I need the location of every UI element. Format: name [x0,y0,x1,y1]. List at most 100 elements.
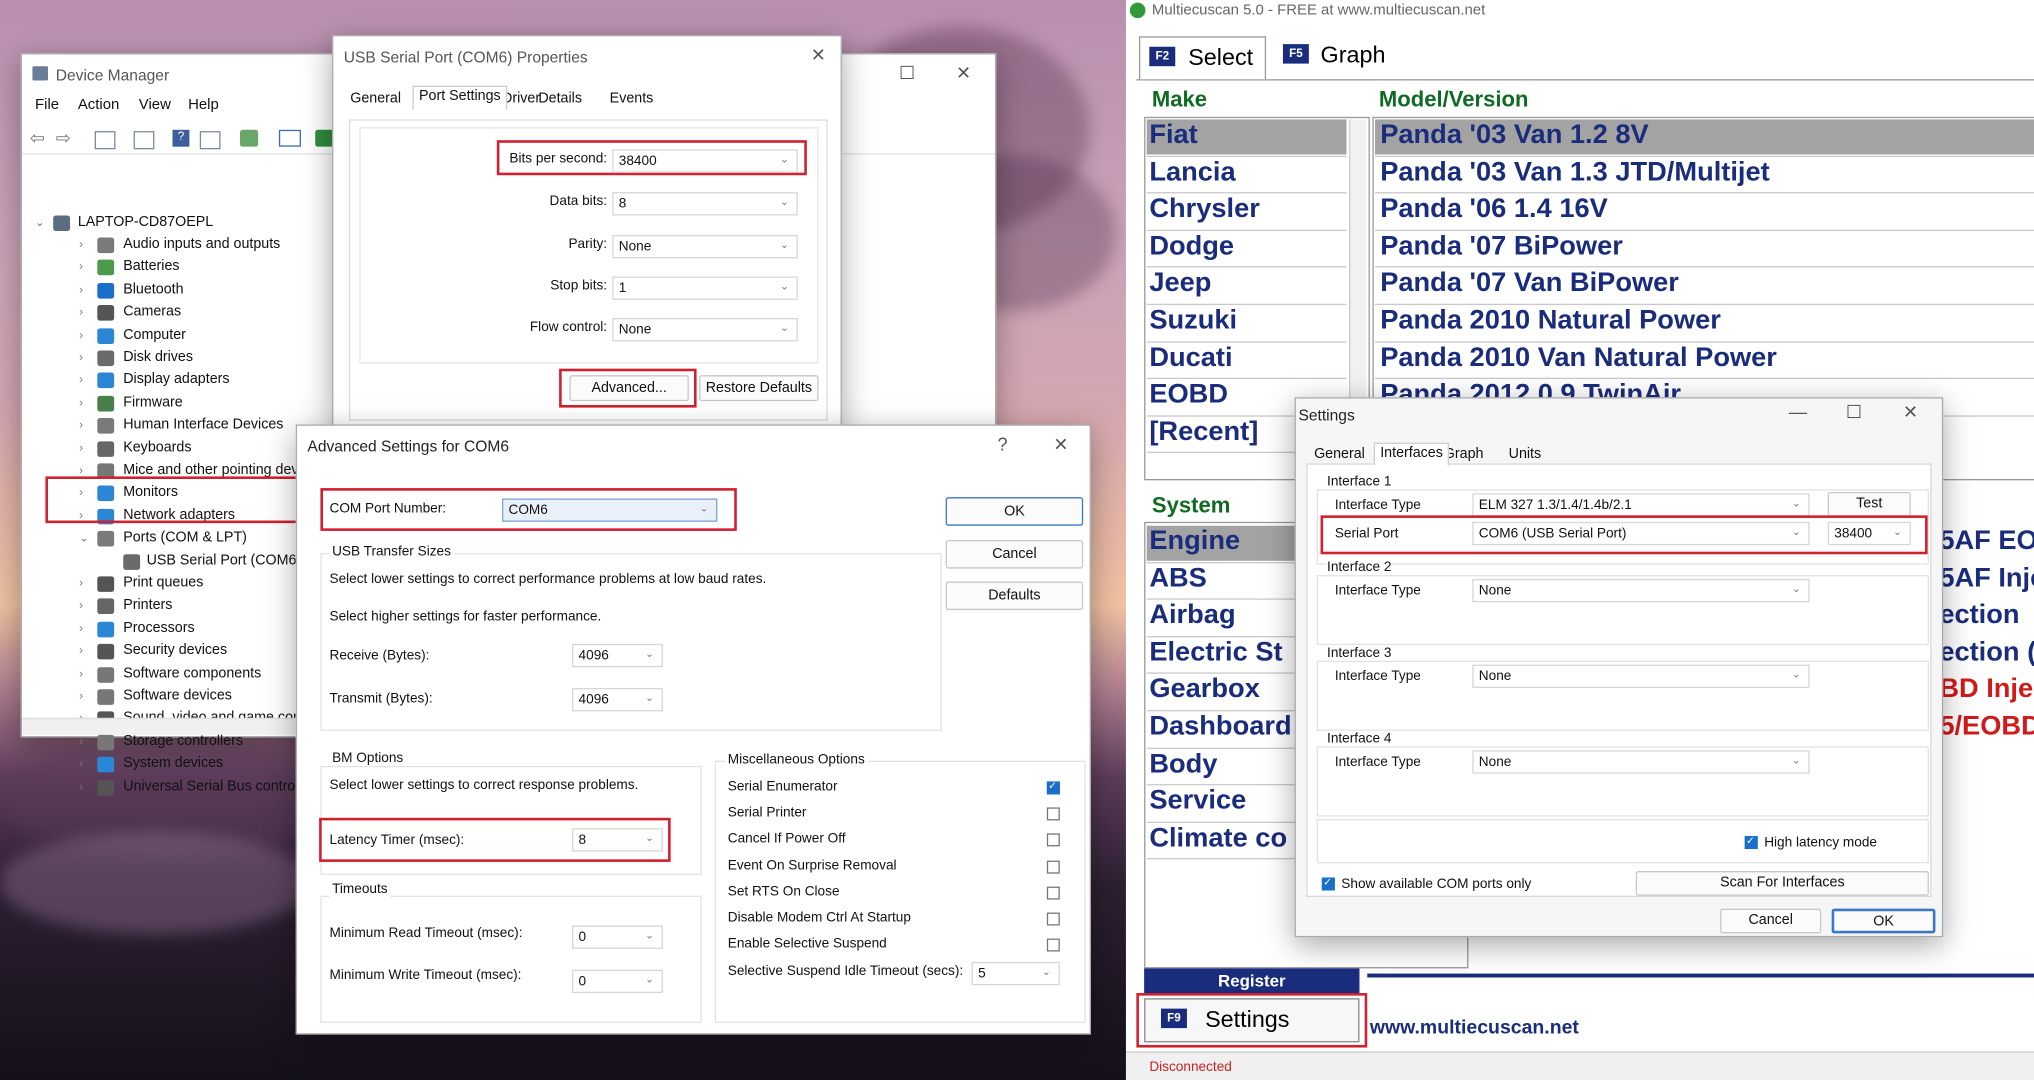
chevron-right-icon[interactable]: › [79,576,83,589]
chevron-right-icon[interactable]: › [79,667,83,680]
high-latency-checkbox[interactable] [1744,835,1758,849]
model-item[interactable]: Panda '07 BiPower [1380,231,1623,262]
make-item[interactable]: Fiat [1149,119,1197,150]
tab-select[interactable]: F2 Select [1138,36,1267,80]
chevron-right-icon[interactable]: › [79,283,83,296]
make-item[interactable]: EOBD [1149,379,1228,410]
tree-root[interactable]: ⌄ LAPTOP-CD87OEPL [22,213,333,235]
scan-interfaces-button[interactable]: Scan For Interfaces [1635,871,1929,896]
chevron-right-icon[interactable]: › [79,463,83,476]
cancel-button[interactable]: Cancel [945,540,1084,569]
tab-details[interactable]: Details [538,91,582,107]
show-com-checkbox[interactable] [1321,876,1335,891]
model-item[interactable]: Panda 2010 Van Natural Power [1380,342,1777,373]
chevron-right-icon[interactable]: › [79,305,83,318]
chevron-right-icon[interactable]: › [79,622,83,635]
tree-category[interactable]: › Cameras [22,303,333,325]
misc-option-checkbox[interactable] [1046,912,1060,926]
help-icon[interactable]: ? [998,434,1008,455]
chevron-right-icon[interactable]: › [79,328,83,341]
tab-port-settings[interactable]: Port Settings [412,85,508,111]
tree-category[interactable]: › Security devices [22,642,333,664]
make-item[interactable]: Chrysler [1149,194,1260,225]
port-setting-select[interactable]: None ⌄ [612,318,798,342]
ecu-item[interactable]: ection [1939,600,2019,631]
interface-2-type-select[interactable]: None ⌄ [1472,578,1810,603]
monitor-icon[interactable] [278,129,301,147]
system-item[interactable]: Airbag [1149,600,1235,631]
ecu-item[interactable]: ection ( [1939,637,2034,668]
minimize-icon[interactable]: — [1789,401,1807,422]
tab-units[interactable]: Units [1509,447,1542,463]
help-icon[interactable]: ? [172,129,190,147]
uninstall-icon[interactable] [315,129,334,147]
chevron-right-icon[interactable]: › [79,260,83,273]
tab-general[interactable]: General [350,91,401,107]
chevron-right-icon[interactable]: › [79,734,83,747]
chevron-right-icon[interactable]: › [79,441,83,454]
tree-category[interactable]: › Display adapters [22,370,333,392]
make-item[interactable]: Dodge [1149,231,1234,262]
make-item[interactable]: Jeep [1149,268,1211,299]
port-setting-select[interactable]: 1 ⌄ [612,276,798,300]
system-item[interactable]: Electric St [1149,637,1282,668]
ecu-item[interactable]: 5AF Inje [1939,563,2034,594]
tree-category[interactable]: › Printers [22,596,333,618]
scan-icon[interactable] [239,129,259,147]
close-icon[interactable]: ✕ [1903,401,1918,423]
suspend-select[interactable]: 5 ⌄ [971,961,1060,986]
tree-category[interactable]: › Disk drives [22,348,333,370]
make-item[interactable]: [Recent] [1149,416,1258,447]
maximize-icon[interactable]: ☐ [1846,401,1862,423]
tree-category[interactable]: › Computer [22,325,333,347]
defaults-button[interactable]: Defaults [945,581,1084,611]
chevron-right-icon[interactable]: › [79,238,83,251]
maximize-icon[interactable]: ☐ [899,62,915,84]
model-item[interactable]: Panda 2010 Natural Power [1380,305,1721,336]
tab-driver[interactable]: Driver [502,91,540,107]
test-button[interactable]: Test [1827,491,1911,517]
cancel-button[interactable]: Cancel [1720,908,1822,934]
tree-category[interactable]: › Software devices [22,687,333,709]
misc-option-checkbox[interactable] [1046,807,1060,821]
forward-icon[interactable]: ⇨ [56,127,71,149]
register-bar[interactable]: Register [1144,968,1360,995]
tab-general[interactable]: General [1314,447,1365,463]
make-item[interactable]: Ducati [1149,342,1232,373]
system-item[interactable]: Body [1149,748,1217,779]
back-icon[interactable]: ⇦ [30,127,45,149]
menu-action[interactable]: Action [78,97,119,113]
chevron-right-icon[interactable]: › [79,350,83,363]
tab-graph[interactable]: Graph [1444,447,1484,463]
system-item[interactable]: ABS [1149,563,1207,594]
make-item[interactable]: Lancia [1149,157,1235,188]
tree-category[interactable]: › Universal Serial Bus controller [22,777,333,799]
close-icon[interactable]: ✕ [956,62,971,84]
misc-option-checkbox[interactable] [1046,886,1060,900]
horizontal-scrollbar[interactable] [22,717,334,735]
ecu-item[interactable]: 5/EOBD [1939,711,2034,742]
tree-category[interactable]: › Batteries [22,258,333,280]
tree-category[interactable]: ⌄ Ports (COM & LPT) [22,529,333,551]
website-link[interactable]: www.multiecuscan.net [1370,1016,1579,1038]
model-item[interactable]: Panda '03 Van 1.2 8V [1380,119,1648,150]
misc-option-checkbox[interactable] [1046,860,1060,874]
system-item[interactable]: Climate co [1149,823,1287,854]
ok-button[interactable]: OK [1831,908,1936,934]
system-item[interactable]: Dashboard [1149,711,1291,742]
tree-category[interactable]: › Human Interface Devices [22,416,333,438]
close-icon[interactable]: ✕ [1053,434,1068,456]
system-item[interactable]: Service [1149,786,1246,817]
min-write-select[interactable]: 0 ⌄ [572,969,663,994]
chevron-right-icon[interactable]: › [79,689,83,702]
chevron-right-icon[interactable]: › [79,644,83,657]
tree-category[interactable]: › Firmware [22,393,333,415]
port-setting-select[interactable]: 8 ⌄ [612,192,798,216]
tab-graph[interactable]: F5 Graph [1274,36,1399,78]
list-icon[interactable] [133,131,155,150]
port-setting-select[interactable]: 38400 ⌄ [612,149,798,173]
tree-category[interactable]: › Keyboards [22,438,333,460]
model-item[interactable]: Panda '03 Van 1.3 JTD/Multijet [1380,157,1770,188]
system-item[interactable]: Engine [1149,526,1240,557]
tree-child-usb-serial-port[interactable]: USB Serial Port (COM6) [22,551,333,573]
